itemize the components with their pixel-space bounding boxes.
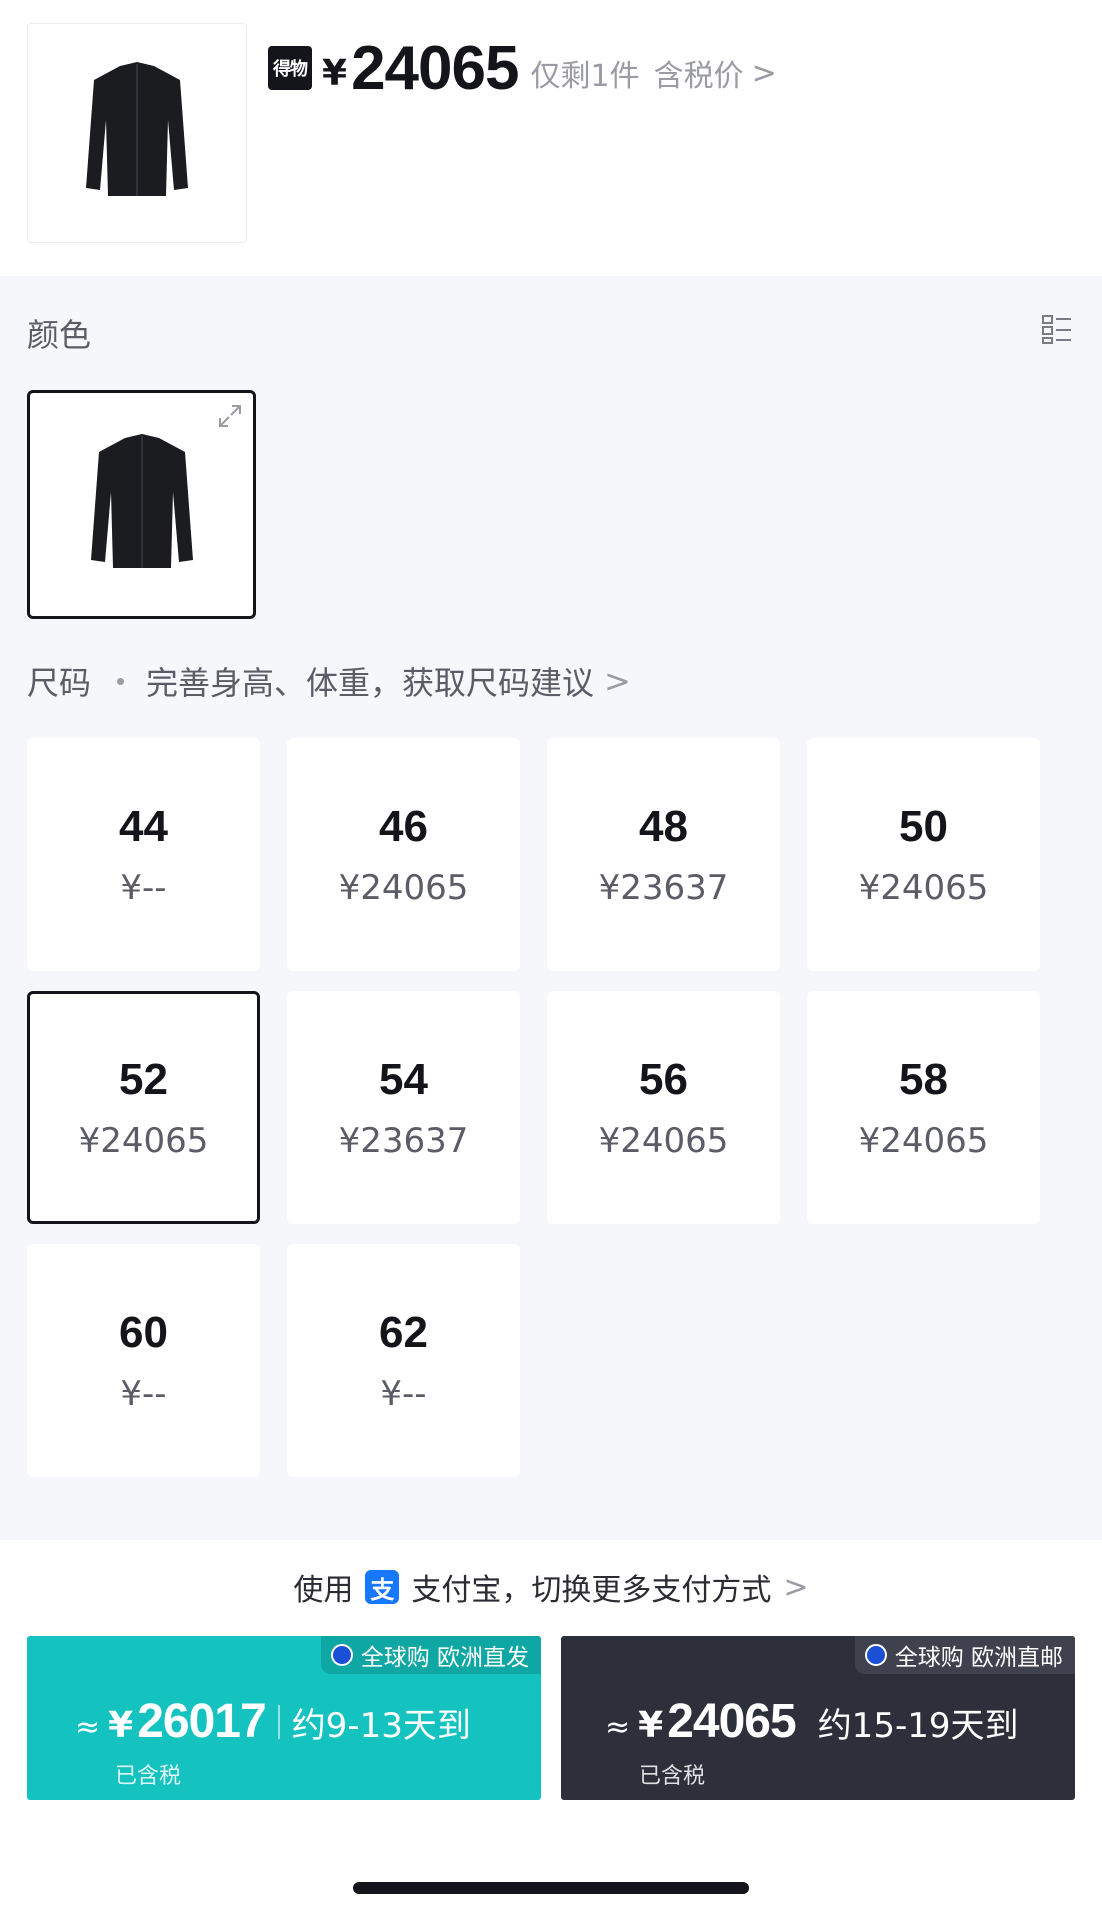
chevron-right-icon[interactable]: > [752, 56, 777, 91]
size-grid: 44 ¥-- 46 ¥24065 48 ¥23637 50 ¥24065 52 … [27, 738, 1040, 1477]
buy-button-fast[interactable]: 全球购 欧洲直发 ≈ ¥ 26017 约9-13天到 已含税 [27, 1636, 541, 1800]
size-price: ¥23637 [338, 1120, 469, 1161]
size-price: ¥-- [120, 867, 167, 908]
delivery-time: 约9-13天到 [291, 1706, 471, 1746]
delivery-time: 约15-19天到 [817, 1706, 1019, 1746]
stock-count: 仅剩1件 [530, 59, 640, 94]
size-price: ¥-- [380, 1373, 427, 1414]
expand-icon[interactable] [217, 403, 243, 429]
size-option[interactable]: 60 ¥-- [27, 1244, 260, 1477]
button-price: 24065 [667, 1695, 796, 1748]
button-price: 26017 [137, 1695, 266, 1748]
size-number: 58 [899, 1054, 948, 1104]
payment-method-switch[interactable]: 使用 支 支付宝，切换更多支付方式 > [0, 1565, 1102, 1609]
product-header: 得物 ¥ 24065 仅剩1件 含税价 > [0, 0, 1102, 276]
size-option[interactable]: 54 ¥23637 [287, 991, 520, 1224]
separator-dot [117, 677, 125, 685]
product-thumbnail[interactable] [27, 23, 247, 243]
size-price: ¥-- [120, 1373, 167, 1414]
size-option-selected[interactable]: 52 ¥24065 [27, 991, 260, 1224]
divider [277, 1704, 280, 1739]
tag-label: 全球购 欧洲直发 [360, 1645, 529, 1671]
size-option[interactable]: 46 ¥24065 [287, 738, 520, 971]
tax-included-label: 已含税 [115, 1764, 182, 1789]
product-price: 24065 [351, 33, 519, 103]
size-number: 62 [379, 1307, 428, 1357]
button-price-line: ≈ ¥ 24065 约15-19天到 [605, 1694, 1018, 1749]
currency-sign: ¥ [638, 1705, 664, 1746]
approx-sign: ≈ [75, 1710, 101, 1745]
size-number: 46 [379, 801, 428, 851]
currency-sign: ¥ [322, 52, 348, 94]
global-purchase-tag: 全球购 欧洲直邮 [854, 1636, 1075, 1674]
size-number: 50 [899, 801, 948, 851]
currency-sign: ¥ [108, 1705, 134, 1746]
chevron-right-icon: > [783, 1569, 809, 1605]
size-price: ¥24065 [338, 867, 469, 908]
home-indicator [353, 1882, 749, 1894]
tag-label: 全球购 欧洲直邮 [894, 1645, 1063, 1671]
tax-info-link[interactable]: 含税价 [654, 51, 744, 95]
size-number: 60 [119, 1307, 168, 1357]
size-number: 44 [119, 801, 168, 851]
color-section-label: 颜色 [27, 316, 92, 354]
approx-sign: ≈ [605, 1710, 631, 1745]
button-price-line: ≈ ¥ 26017 约9-13天到 [75, 1694, 471, 1749]
size-number: 56 [639, 1054, 688, 1104]
size-price: ¥24065 [858, 1120, 989, 1161]
size-price: ¥24065 [858, 867, 989, 908]
size-section-header[interactable]: 尺码 完善身高、体重，获取尺码建议 > [27, 658, 631, 704]
global-purchase-tag: 全球购 欧洲直发 [320, 1636, 541, 1674]
size-option[interactable]: 48 ¥23637 [547, 738, 780, 971]
size-price: ¥23637 [598, 867, 729, 908]
size-number: 52 [119, 1054, 168, 1104]
size-number: 54 [379, 1054, 428, 1104]
eu-flag-icon [864, 1644, 887, 1666]
buy-button-standard[interactable]: 全球购 欧洲直邮 ≈ ¥ 24065 约15-19天到 已含税 [561, 1636, 1075, 1800]
size-advice-link[interactable]: 完善身高、体重，获取尺码建议 [146, 658, 594, 704]
payment-text: 支付宝，切换更多支付方式 [411, 1573, 772, 1608]
alipay-icon: 支 [365, 1570, 400, 1604]
jacket-thumbnail-icon [86, 62, 188, 196]
size-number: 48 [639, 801, 688, 851]
size-section-label: 尺码 [27, 664, 92, 702]
brand-logo: 得物 [268, 46, 312, 90]
jacket-thumbnail-icon [90, 433, 193, 568]
color-option-black[interactable] [27, 390, 256, 619]
size-option[interactable]: 58 ¥24065 [807, 991, 1040, 1224]
payment-prefix: 使用 [293, 1573, 354, 1608]
size-option[interactable]: 44 ¥-- [27, 738, 260, 971]
size-option[interactable]: 56 ¥24065 [547, 991, 780, 1224]
size-price: ¥24065 [78, 1120, 209, 1161]
chevron-right-icon[interactable]: > [604, 662, 631, 700]
list-view-icon[interactable] [1042, 314, 1072, 344]
size-option[interactable]: 62 ¥-- [287, 1244, 520, 1477]
tax-included-label: 已含税 [639, 1764, 706, 1789]
eu-flag-icon [330, 1644, 353, 1666]
price-line: 得物 ¥ 24065 仅剩1件 含税价 > [268, 28, 777, 108]
size-price: ¥24065 [598, 1120, 729, 1161]
size-option[interactable]: 50 ¥24065 [807, 738, 1040, 971]
